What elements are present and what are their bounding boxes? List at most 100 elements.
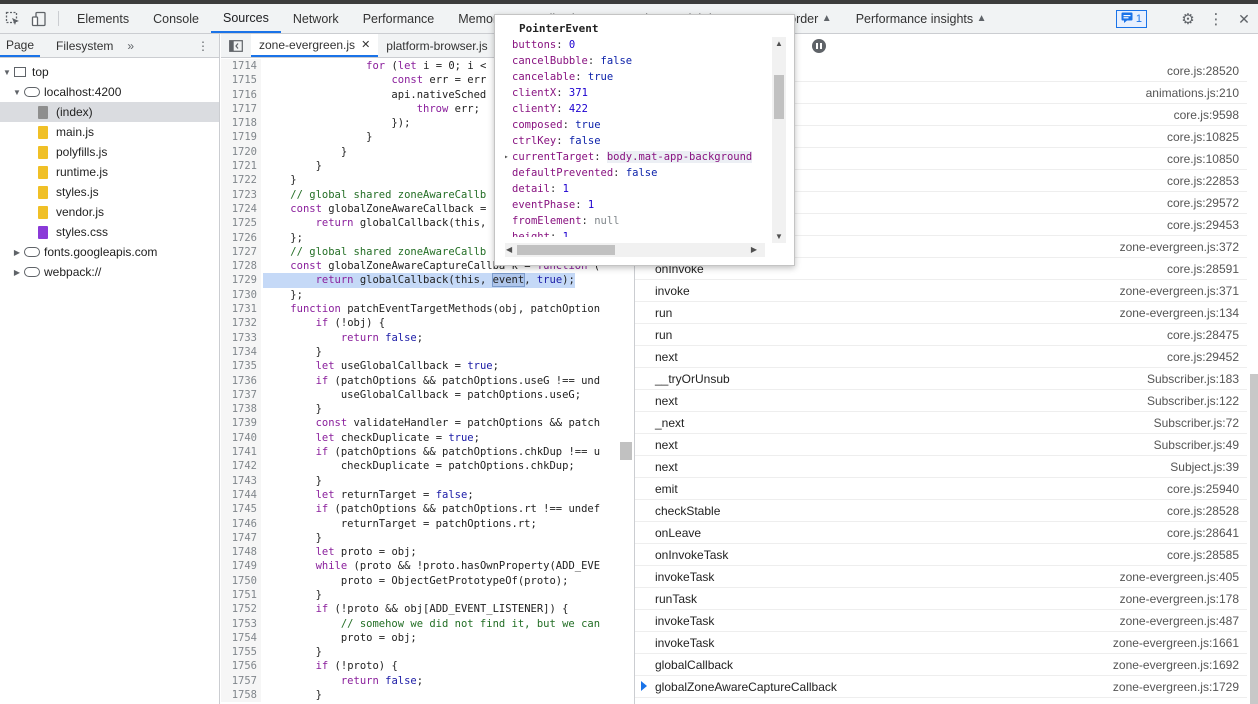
line-number[interactable]: 1748 (221, 545, 261, 560)
call-frame[interactable]: invokeTask zone-evergreen.js:405 (635, 566, 1247, 588)
call-frame-location[interactable]: core.js:10825 (1167, 130, 1247, 144)
call-frame[interactable]: globalCallback zone-evergreen.js:1692 (635, 654, 1247, 676)
toggle-navigator-icon[interactable] (221, 34, 251, 57)
collapsed-triangle-icon[interactable]: ▶ (12, 268, 22, 277)
call-frame[interactable]: emit core.js:25940 (635, 478, 1247, 500)
line-number[interactable]: 1739 (221, 416, 261, 431)
call-frame[interactable]: invoke zone-evergreen.js:371 (635, 280, 1247, 302)
expanded-triangle-icon[interactable]: ▼ (2, 68, 12, 77)
tree-item-localhost[interactable]: ▼ localhost:4200 (0, 82, 219, 102)
code-line[interactable]: 1744 let returnTarget = false; (221, 487, 634, 503)
navigator-tab-filesystem[interactable]: Filesystem (50, 34, 119, 57)
code-line[interactable]: 1749 while (proto && !proto.hasOwnProper… (221, 559, 634, 574)
call-frame[interactable]: next Subject.js:39 (635, 456, 1247, 478)
line-number[interactable]: 1758 (221, 688, 261, 703)
tree-item-webpack[interactable]: ▶ webpack:// (0, 262, 219, 282)
property-row[interactable]: cancelable: true (505, 69, 769, 85)
call-frame[interactable]: globalZoneAwareCaptureCallback zone-everg… (635, 676, 1247, 698)
line-number[interactable]: 1732 (221, 316, 261, 331)
line-number[interactable]: 1743 (221, 473, 261, 488)
property-row[interactable]: ▶ currentTarget: body.mat-app-background (505, 149, 769, 165)
code-line[interactable]: 1734 } (221, 344, 634, 360)
property-row[interactable]: clientY: 422 (505, 101, 769, 117)
tree-item-styles-css[interactable]: styles.css (0, 222, 219, 242)
call-frame-location[interactable]: core.js:28475 (1167, 328, 1247, 342)
issues-badge[interactable]: 1 (1115, 10, 1147, 28)
code-line[interactable]: 1751 } (221, 587, 634, 603)
tab-elements[interactable]: Elements (65, 4, 141, 33)
call-frame-location[interactable]: Subscriber.js:183 (1147, 372, 1247, 386)
code-line[interactable]: 1737 useGlobalCallback = patchOptions.us… (221, 387, 634, 403)
call-frame-location[interactable]: Subject.js:39 (1170, 460, 1247, 474)
expand-triangle-icon[interactable]: ▶ (505, 149, 508, 165)
line-number[interactable]: 1717 (221, 101, 261, 117)
call-frame-location[interactable]: zone-evergreen.js:487 (1120, 614, 1247, 628)
call-frame-location[interactable]: core.js:28520 (1167, 64, 1247, 78)
line-number[interactable]: 1723 (221, 187, 261, 202)
line-number[interactable]: 1736 (221, 373, 261, 388)
editor-tab-platform-browser[interactable]: platform-browser.js (378, 34, 495, 57)
call-frame[interactable]: next Subscriber.js:122 (635, 390, 1247, 412)
line-number[interactable]: 1750 (221, 573, 261, 588)
call-frame[interactable]: _next Subscriber.js:72 (635, 412, 1247, 434)
call-frame[interactable]: runTask zone-evergreen.js:178 (635, 588, 1247, 610)
tree-item-runtime-js[interactable]: runtime.js (0, 162, 219, 182)
line-number[interactable]: 1734 (221, 344, 261, 360)
line-number[interactable]: 1731 (221, 302, 261, 317)
call-frame[interactable]: onInvokeTask core.js:28585 (635, 544, 1247, 566)
property-row[interactable]: ctrlKey: false (505, 133, 769, 149)
call-frame-location[interactable]: core.js:25940 (1167, 482, 1247, 496)
line-number[interactable]: 1756 (221, 659, 261, 674)
device-toolbar-icon[interactable] (26, 4, 52, 33)
line-number[interactable]: 1755 (221, 645, 261, 660)
call-frame-location[interactable]: core.js:22853 (1167, 174, 1247, 188)
tree-item-vendor-js[interactable]: vendor.js (0, 202, 219, 222)
close-devtools-icon[interactable]: ✕ (1230, 11, 1258, 28)
code-line[interactable]: 1745 if (patchOptions && patchOptions.rt… (221, 502, 634, 517)
property-row[interactable]: detail: 1 (505, 181, 769, 197)
code-line[interactable]: 1747 } (221, 530, 634, 546)
code-line[interactable]: 1757 return false; (221, 673, 634, 689)
line-number[interactable]: 1716 (221, 87, 261, 102)
inspect-element-icon[interactable] (0, 4, 26, 33)
more-options-icon[interactable]: ⋮ (1202, 10, 1230, 28)
code-line[interactable]: 1743 } (221, 473, 634, 488)
call-frame-location[interactable]: core.js:29452 (1167, 350, 1247, 364)
tab-sources[interactable]: Sources (210, 4, 281, 33)
code-line[interactable]: 1731 function patchEventTargetMethods(ob… (221, 302, 634, 317)
call-frame[interactable]: run zone-evergreen.js:134 (635, 302, 1247, 324)
popover-horizontal-scroll-thumb[interactable] (517, 245, 615, 255)
property-row[interactable]: clientX: 371 (505, 85, 769, 101)
expanded-triangle-icon[interactable]: ▼ (12, 88, 22, 97)
call-frame[interactable]: next Subscriber.js:49 (635, 434, 1247, 456)
line-number[interactable]: 1752 (221, 602, 261, 617)
code-line[interactable]: 1756 if (!proto) { (221, 659, 634, 674)
call-frame-location[interactable]: core.js:29572 (1167, 196, 1247, 210)
property-row[interactable]: buttons: 0 (505, 37, 769, 53)
callstack-scrollbar[interactable] (1250, 374, 1258, 704)
line-number[interactable]: 1744 (221, 487, 261, 503)
code-line[interactable]: 1741 if (patchOptions && patchOptions.ch… (221, 445, 634, 460)
line-number[interactable]: 1727 (221, 244, 261, 260)
tree-item-top[interactable]: ▼ top (0, 62, 219, 82)
code-line[interactable]: 1730 }; (221, 287, 634, 303)
line-number[interactable]: 1753 (221, 616, 261, 631)
tree-item-fonts-googleapis[interactable]: ▶ fonts.googleapis.com (0, 242, 219, 262)
line-number[interactable]: 1729 (221, 273, 261, 288)
call-frame[interactable]: invokeTask zone-evergreen.js:487 (635, 610, 1247, 632)
tab-performance[interactable]: Performance (351, 4, 447, 33)
line-number[interactable]: 1725 (221, 216, 261, 231)
line-number[interactable]: 1728 (221, 259, 261, 274)
tree-item-index[interactable]: (index) (0, 102, 219, 122)
line-number[interactable]: 1754 (221, 630, 261, 646)
settings-gear-icon[interactable]: ⚙ (1174, 10, 1202, 28)
tree-item-main-js[interactable]: main.js (0, 122, 219, 142)
line-number[interactable]: 1742 (221, 459, 261, 474)
call-frame-location[interactable]: zone-evergreen.js:1661 (1113, 636, 1247, 650)
call-frame-location[interactable]: zone-evergreen.js:134 (1120, 306, 1247, 320)
code-line[interactable]: 1750 proto = ObjectGetPrototypeOf(proto)… (221, 573, 634, 588)
popover-horizontal-scrollbar[interactable]: ◀ ▶ (505, 243, 765, 257)
call-frame-location[interactable]: core.js:29453 (1167, 218, 1247, 232)
call-frame-location[interactable]: core.js:28641 (1167, 526, 1247, 540)
code-line[interactable]: 1758 } (221, 688, 634, 703)
